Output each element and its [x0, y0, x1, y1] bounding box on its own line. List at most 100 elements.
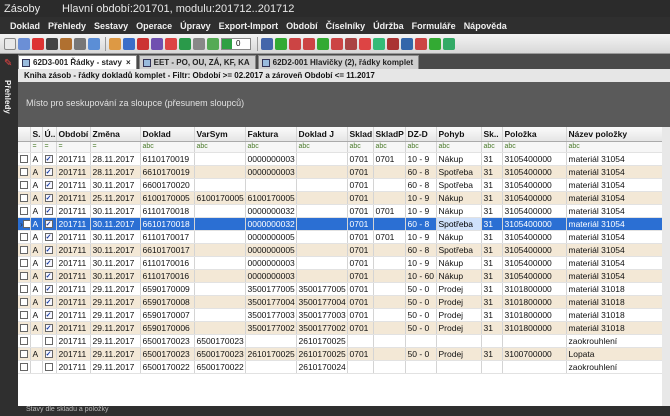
cell-obdobi[interactable]: 201711 [56, 295, 91, 309]
menu-item-udrzba[interactable]: Údržba [373, 21, 404, 31]
cell-status[interactable]: A [30, 217, 43, 231]
copy-icon[interactable] [46, 37, 58, 50]
cell-doklad[interactable]: 6610170018 [140, 217, 195, 231]
cell-faktura[interactable] [245, 334, 297, 348]
delete-row-icon[interactable] [331, 37, 343, 50]
cell-posted[interactable] [42, 308, 57, 322]
filter-cell[interactable]: = [30, 141, 43, 153]
row-checkbox[interactable] [20, 246, 28, 255]
delete-icon[interactable] [32, 37, 44, 50]
cell-posted[interactable] [42, 282, 57, 296]
cell-sklad[interactable]: 0701 [347, 204, 374, 218]
cell-status[interactable]: A [30, 152, 43, 166]
cell-polozka[interactable]: 3105400000 [502, 243, 567, 257]
cell-pohyb[interactable]: Nákup [436, 256, 482, 270]
cell-faktura[interactable]: 0000000003 [245, 269, 297, 283]
record-counter-toggle[interactable]: 0 [221, 37, 251, 50]
row-checkbox[interactable] [20, 363, 28, 372]
cell-polozka[interactable]: 3101800000 [502, 308, 567, 322]
cell-status[interactable] [30, 360, 43, 374]
cell-zmena[interactable]: 29.11.2017 [90, 334, 141, 348]
cell-varsym[interactable] [194, 217, 246, 231]
posted-checkbox[interactable] [44, 220, 53, 229]
cell-skladp[interactable]: 0701 [373, 230, 406, 244]
menu-item-obdobi[interactable]: Období [286, 21, 318, 31]
filter-cell[interactable]: abc [405, 141, 437, 153]
table-row[interactable]: A 20171130.11.20176610170017 0000000005 070… [18, 243, 670, 257]
table-row[interactable]: 201711 29.11.2017 6500170023 6500170023 2610… [18, 334, 670, 348]
cell-faktura[interactable]: 0000000003 [245, 165, 297, 179]
cell-doklad[interactable]: 6600170020 [140, 178, 195, 192]
cell-skladp[interactable] [373, 217, 406, 231]
cell-sklad[interactable]: 0701 [347, 308, 374, 322]
cell-posted[interactable] [42, 256, 57, 270]
cell-sklad[interactable]: 0701 [347, 152, 374, 166]
cell-varsym[interactable] [194, 204, 246, 218]
menu-item-napoveda[interactable]: Nápověda [464, 21, 507, 31]
cell-status[interactable]: A [30, 308, 43, 322]
settings-icon[interactable] [415, 37, 427, 50]
posted-checkbox[interactable] [44, 337, 53, 346]
cell-zmena[interactable]: 29.11.2017 [90, 282, 141, 296]
cell-status[interactable]: A [30, 269, 43, 283]
row-checkbox[interactable] [20, 168, 28, 177]
filter-cell[interactable]: abc [502, 141, 567, 153]
column-header-pohyb[interactable]: Pohyb [436, 127, 482, 142]
cell-pohyb[interactable]: Nákup [436, 230, 482, 244]
cell-obdobi[interactable]: 201711 [56, 269, 91, 283]
row-checkbox[interactable] [20, 155, 28, 164]
export-icon[interactable] [207, 37, 219, 50]
cell-nazev-polozky[interactable]: materiál 31018 [566, 321, 670, 335]
cell-dz-d[interactable]: 60 - 8 [405, 165, 437, 179]
cell-skladp[interactable] [373, 295, 406, 309]
cell-dz-d[interactable]: 10 - 9 [405, 256, 437, 270]
cell-nazev-polozky[interactable]: zaokrouhlení [566, 360, 670, 374]
cell-dz-d[interactable]: 10 - 9 [405, 152, 437, 166]
cell-posted[interactable] [42, 204, 57, 218]
cell-pohyb[interactable]: Nákup [436, 191, 482, 205]
cell-sklad[interactable]: 0701 [347, 256, 374, 270]
cell-sk[interactable]: 31 [481, 295, 503, 309]
cell-pohyb[interactable]: Spotřeba [436, 217, 482, 231]
cell-doklad-j[interactable] [296, 230, 348, 244]
menu-item-formulare[interactable]: Formuláře [412, 21, 456, 31]
cell-pohyb[interactable]: Nákup [436, 204, 482, 218]
cell-doklad-j[interactable]: 3500177003 [296, 308, 348, 322]
cell-posted[interactable] [42, 243, 57, 257]
find-icon[interactable] [123, 37, 135, 50]
cell-nazev-polozky[interactable]: materiál 31018 [566, 308, 670, 322]
flag-icon[interactable] [373, 37, 385, 50]
cell-sklad[interactable]: 0701 [347, 269, 374, 283]
cell-doklad[interactable]: 6610170019 [140, 165, 195, 179]
cell-polozka[interactable]: 3100700000 [502, 347, 567, 361]
posted-checkbox[interactable] [44, 207, 53, 216]
cell-posted[interactable] [42, 334, 57, 348]
filter-cell[interactable]: abc [436, 141, 482, 153]
cell-faktura[interactable] [245, 178, 297, 192]
row-checkbox[interactable] [20, 337, 28, 346]
column-header-u[interactable]: Ú.. [42, 127, 57, 142]
cell-sklad[interactable]: 0701 [347, 165, 374, 179]
filter-cell[interactable]: = [56, 141, 91, 153]
row-checkbox[interactable] [20, 350, 28, 359]
cell-status[interactable]: A [30, 243, 43, 257]
cell-varsym[interactable] [194, 269, 246, 283]
edit-icon[interactable] [60, 37, 72, 50]
sum-icon[interactable] [303, 37, 315, 50]
filter-cell[interactable]: = [42, 141, 57, 153]
cell-doklad[interactable]: 6110170016 [140, 269, 195, 283]
tab-eet[interactable]: EET - PO, OU, ZÁ, KF, KA [138, 55, 256, 69]
cell-varsym[interactable]: 6500170023 [194, 334, 246, 348]
tab-62d3-radky-stavy[interactable]: 62D3-001 Řádky - stavy × [18, 55, 137, 69]
cell-doklad-j[interactable]: 2610170025 [296, 334, 348, 348]
cell-sklad[interactable]: 0701 [347, 321, 374, 335]
cell-pohyb[interactable]: Spotřeba [436, 165, 482, 179]
cell-varsym[interactable] [194, 282, 246, 296]
cell-doklad-j[interactable]: 2610170025 [296, 347, 348, 361]
cell-status[interactable]: A [30, 165, 43, 179]
column-header-obdobi[interactable]: Období [56, 127, 91, 142]
close-icon[interactable]: × [126, 58, 131, 67]
row-checkbox[interactable] [20, 298, 28, 307]
vertical-scrollbar[interactable] [662, 127, 670, 406]
cell-nazev-polozky[interactable]: materiál 31054 [566, 178, 670, 192]
